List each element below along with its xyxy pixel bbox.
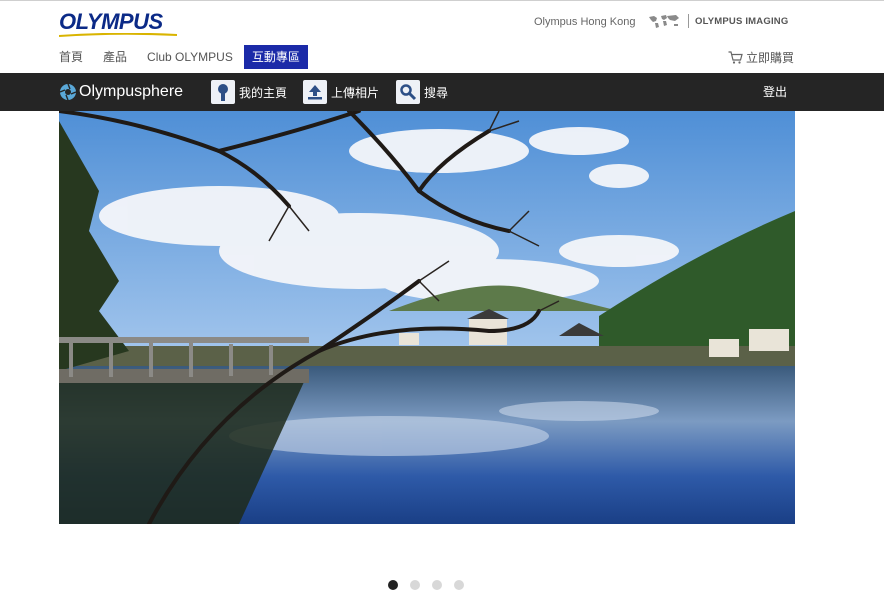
search-icon	[396, 80, 420, 104]
olympusphere-bar: Olympusphere 我的主頁 上傳相片 搜尋 登出	[0, 73, 884, 111]
search-button[interactable]: 搜尋	[396, 80, 448, 104]
olympus-imaging-link[interactable]: OLYMPUS IMAGING	[695, 16, 788, 28]
buy-now-label: 立即購買	[745, 50, 794, 65]
header-divider	[688, 14, 689, 28]
nav-home[interactable]: 首頁	[59, 45, 83, 69]
upload-icon	[303, 80, 327, 104]
olympusphere-logo[interactable]: Olympusphere	[59, 82, 183, 102]
buy-now-link[interactable]: 立即購買	[728, 49, 794, 65]
my-homepage-label: 我的主頁	[239, 85, 288, 100]
search-label: 搜尋	[424, 85, 449, 100]
upload-photo-button[interactable]: 上傳相片	[303, 80, 379, 104]
aperture-icon	[59, 83, 77, 101]
upload-photo-label: 上傳相片	[331, 85, 380, 100]
nav-products[interactable]: 產品	[103, 45, 127, 69]
profile-icon	[211, 80, 235, 104]
logo-swoosh-icon	[59, 33, 177, 37]
lake-landscape-photo	[59, 111, 795, 524]
logout-button[interactable]: 登出	[763, 84, 787, 100]
world-map-icon	[649, 15, 679, 28]
top-rule	[0, 0, 884, 1]
carousel-dot-2[interactable]	[410, 580, 420, 590]
nav-interactive-zone[interactable]: 互動專區	[243, 45, 308, 69]
nav-club-olympus[interactable]: Club OLYMPUS	[147, 45, 233, 69]
region-link[interactable]: Olympus Hong Kong	[534, 15, 636, 29]
carousel-dot-4[interactable]	[454, 580, 464, 590]
hero-photo[interactable]	[59, 111, 795, 524]
cart-icon	[728, 50, 743, 64]
my-homepage-button[interactable]: 我的主頁	[211, 80, 287, 104]
logo-text: OLYMPUS	[59, 9, 163, 34]
olympus-logo[interactable]: OLYMPUS	[59, 11, 177, 37]
carousel-dots	[388, 580, 476, 590]
carousel-dot-3[interactable]	[432, 580, 442, 590]
carousel-dot-1[interactable]	[388, 580, 398, 590]
olympusphere-name: Olympusphere	[79, 83, 184, 100]
main-nav: 首頁 產品 Club OLYMPUS 互動專區	[59, 45, 328, 69]
